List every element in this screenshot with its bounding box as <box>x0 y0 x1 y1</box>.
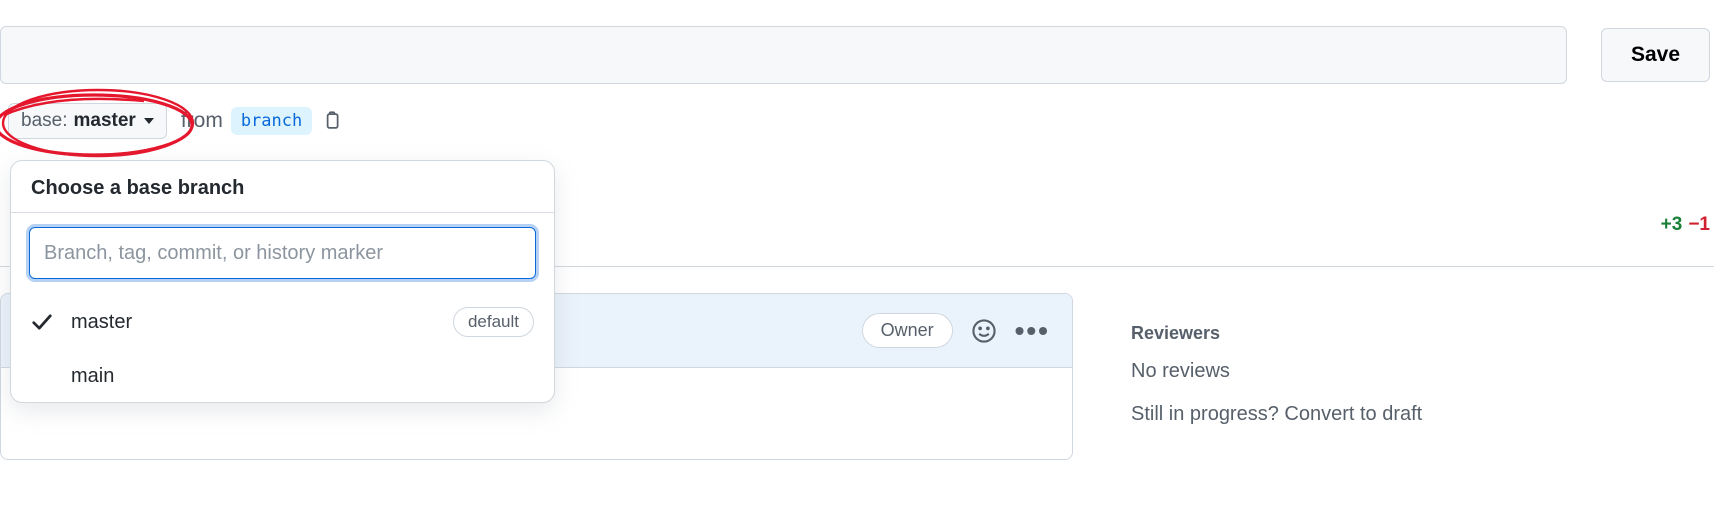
compare-branch-chip[interactable]: branch <box>231 107 312 135</box>
branch-search-input[interactable] <box>29 227 536 279</box>
dropdown-title: Choose a base branch <box>11 161 554 213</box>
sidebar: Reviewers No reviews Still in progress? … <box>1131 323 1551 426</box>
branch-option-label: main <box>71 365 114 388</box>
base-branch-selector[interactable]: base: master <box>8 103 167 139</box>
additions-count: +3 <box>1661 214 1683 236</box>
reviewers-heading[interactable]: Reviewers <box>1131 323 1551 344</box>
branch-compare-row: base: master from branch <box>8 103 342 139</box>
branch-list: master default main <box>11 293 554 402</box>
deletions-count: −1 <box>1688 214 1710 236</box>
no-reviews-text: No reviews <box>1131 360 1551 383</box>
title-input-box[interactable] <box>0 26 1567 84</box>
diffstat: +3 −1 <box>1661 214 1710 236</box>
base-prefix: base: <box>21 110 67 132</box>
chevron-down-icon <box>144 118 154 124</box>
base-branch-dropdown: Choose a base branch master default main <box>10 160 555 403</box>
save-button[interactable]: Save <box>1601 28 1710 82</box>
emoji-icon[interactable] <box>971 318 997 344</box>
clipboard-icon[interactable] <box>322 111 342 131</box>
owner-badge: Owner <box>862 313 953 348</box>
check-icon <box>31 311 71 333</box>
base-branch-name: master <box>73 110 135 132</box>
branch-option-main[interactable]: main <box>11 351 554 402</box>
from-text: from <box>181 109 223 133</box>
branch-option-master[interactable]: master default <box>11 293 554 351</box>
convert-to-draft-link[interactable]: Still in progress? Convert to draft <box>1131 403 1551 426</box>
kebab-menu-icon[interactable]: ••• <box>1015 317 1050 345</box>
default-badge: default <box>453 307 534 337</box>
branch-option-label: master <box>71 311 132 334</box>
